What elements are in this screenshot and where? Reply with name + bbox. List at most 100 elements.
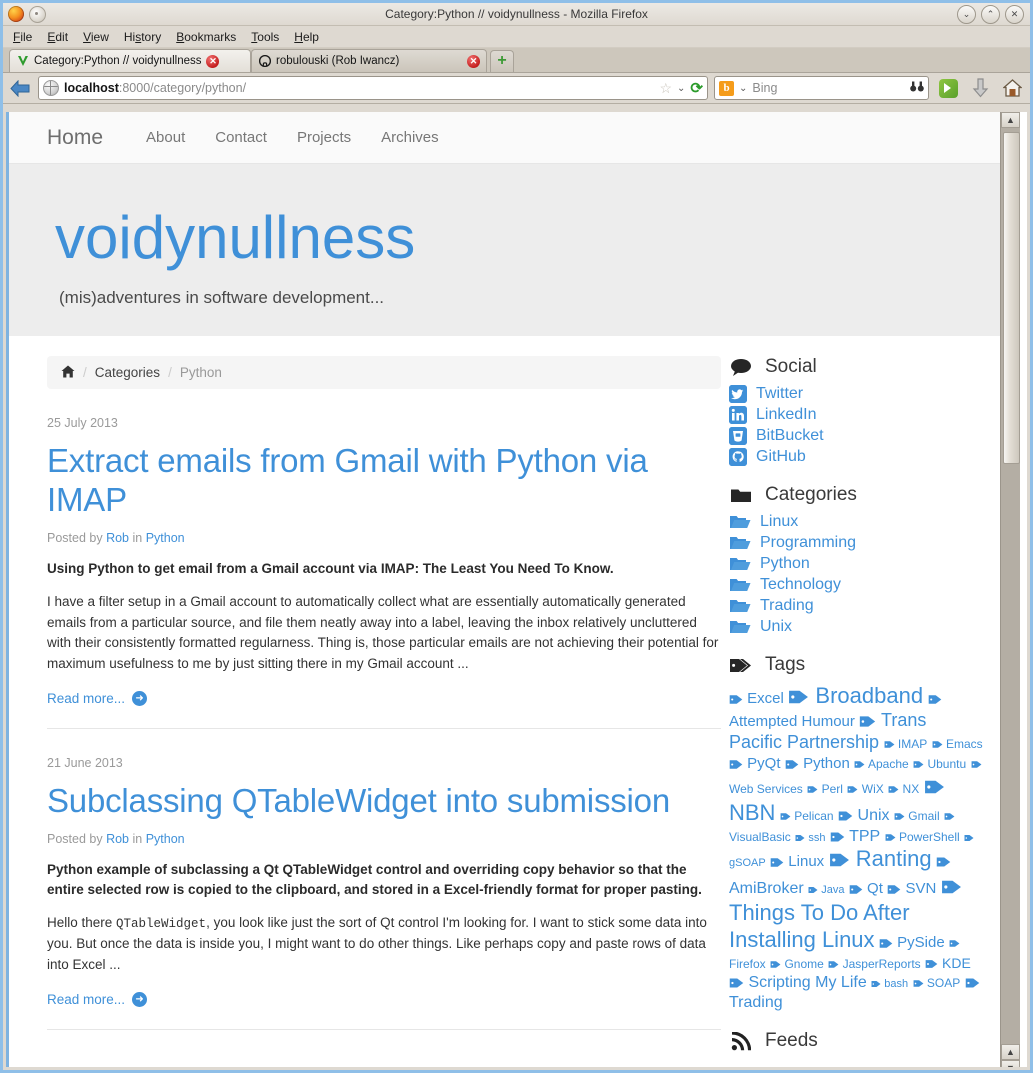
- sitenav-item-home[interactable]: Home: [47, 126, 131, 150]
- tag-link[interactable]: JasperReports: [828, 956, 921, 971]
- browser-window: Category:Python // voidynullness - Mozil…: [0, 0, 1033, 1073]
- tag-link[interactable]: Scripting My Life: [729, 974, 867, 991]
- home-icon[interactable]: [61, 365, 75, 381]
- window-menu-icon[interactable]: [29, 5, 46, 23]
- tag-link[interactable]: NX: [888, 782, 919, 796]
- tag-link[interactable]: bash: [871, 978, 908, 990]
- close-button[interactable]: ✕: [1005, 5, 1024, 24]
- back-button-icon[interactable]: [8, 77, 32, 99]
- chevron-down-icon[interactable]: ⌄: [739, 83, 747, 94]
- tag-link[interactable]: Broadband: [788, 683, 923, 708]
- binoculars-icon[interactable]: [910, 81, 924, 95]
- tag-link[interactable]: Perl: [807, 782, 843, 796]
- tag-link[interactable]: PowerShell: [885, 830, 960, 844]
- tag-link[interactable]: SOAP: [913, 976, 960, 990]
- sitenav-item-about[interactable]: About: [131, 129, 200, 146]
- article-author-link[interactable]: Rob: [106, 832, 129, 846]
- tag-label: JasperReports: [839, 956, 921, 971]
- scrollbar-thumb[interactable]: [1003, 132, 1020, 464]
- sitenav-item-archives[interactable]: Archives: [366, 129, 454, 146]
- downloads-button[interactable]: [967, 76, 993, 100]
- category-link-python[interactable]: Python: [729, 555, 983, 573]
- tag-link[interactable]: WiX: [847, 782, 884, 796]
- minimize-button[interactable]: ⌄: [957, 5, 976, 24]
- social-link-github[interactable]: GitHub: [729, 448, 983, 466]
- category-link-unix[interactable]: Unix: [729, 618, 983, 636]
- tag-link[interactable]: SVN: [887, 880, 936, 897]
- tag-link[interactable]: PySide: [879, 934, 945, 951]
- tag-link[interactable]: PyQt: [729, 755, 781, 772]
- vertical-scrollbar[interactable]: ▲ ▲ ▼: [1000, 112, 1020, 1067]
- tag-link[interactable]: Python: [785, 755, 850, 772]
- social-link-twitter[interactable]: Twitter: [729, 385, 983, 403]
- social-link-linkedin[interactable]: LinkedIn: [729, 406, 983, 424]
- search-input[interactable]: Bing: [752, 81, 905, 95]
- scroll-up-arrow[interactable]: ▲: [1001, 112, 1020, 128]
- tag-link[interactable]: Java: [808, 884, 844, 896]
- tag-link[interactable]: Apache: [854, 757, 909, 771]
- tag-link[interactable]: IMAP: [884, 737, 927, 751]
- tab-robulouski[interactable]: robulouski (Rob Iwancz) ✕: [251, 49, 487, 72]
- tag-link[interactable]: Gmail: [894, 809, 940, 823]
- tag-icon: [788, 683, 809, 710]
- breadcrumb-item-categories[interactable]: Categories: [95, 365, 160, 380]
- search-bar[interactable]: b ⌄ Bing: [714, 76, 929, 100]
- social-link-bitbucket[interactable]: BitBucket: [729, 427, 983, 445]
- chevron-down-icon[interactable]: ⌄: [677, 83, 685, 94]
- menu-item-bookmarks[interactable]: Bookmarks: [176, 30, 236, 44]
- tag-link[interactable]: Unix: [838, 807, 890, 824]
- tag-link[interactable]: ssh: [795, 832, 825, 844]
- site-title: voidynullness: [55, 204, 416, 271]
- bookmark-star-icon[interactable]: ☆: [659, 81, 672, 95]
- reload-icon[interactable]: ⟳: [690, 81, 703, 96]
- menu-item-history[interactable]: History: [124, 30, 161, 44]
- scroll-down-arrow[interactable]: ▼: [1001, 1060, 1020, 1067]
- article-title-link[interactable]: Subclassing QTableWidget into submission: [47, 782, 721, 821]
- category-link-trading[interactable]: Trading: [729, 597, 983, 615]
- menu-item-help[interactable]: Help: [294, 30, 319, 44]
- article-item: 21 June 2013 Subclassing QTableWidget in…: [47, 729, 721, 1030]
- category-link-linux[interactable]: Linux: [729, 513, 983, 531]
- article-category-link[interactable]: Python: [146, 832, 185, 846]
- tag-link[interactable]: Pelican: [780, 809, 834, 823]
- tag-link[interactable]: Ubuntu: [913, 757, 966, 771]
- new-tab-button[interactable]: +: [490, 50, 514, 72]
- bing-icon[interactable]: b: [719, 80, 734, 96]
- tag-link[interactable]: Gnome: [770, 957, 824, 971]
- navigation-toolbar: localhost:8000/category/python/ ☆ ⌄ ⟳ b …: [3, 73, 1030, 104]
- tag-link[interactable]: Excel: [729, 690, 784, 707]
- read-more-link[interactable]: Read more... ➜: [47, 991, 721, 1007]
- feedly-button[interactable]: [935, 76, 961, 100]
- article-author-link[interactable]: Rob: [106, 531, 129, 545]
- social-heading-label: Social: [765, 356, 817, 377]
- category-link-technology[interactable]: Technology: [729, 576, 983, 594]
- article-title-link[interactable]: Extract emails from Gmail with Python vi…: [47, 442, 721, 520]
- maximize-button[interactable]: ⌃: [981, 5, 1000, 24]
- article-category-link[interactable]: Python: [146, 531, 185, 545]
- tag-link[interactable]: KDE: [925, 955, 971, 971]
- tag-link[interactable]: Ranting: [829, 846, 932, 871]
- url-bar[interactable]: localhost:8000/category/python/ ☆ ⌄ ⟳: [38, 76, 708, 100]
- tag-link[interactable]: Emacs: [932, 737, 983, 751]
- categories-heading-label: Categories: [765, 484, 857, 505]
- tag-link[interactable]: Linux: [770, 853, 824, 870]
- menu-item-view[interactable]: View: [83, 30, 109, 44]
- scroll-up-arrow-bottom[interactable]: ▲: [1001, 1044, 1020, 1060]
- read-more-link[interactable]: Read more... ➜: [47, 690, 721, 706]
- tag-icon: [879, 934, 893, 952]
- tag-link[interactable]: TPP: [830, 828, 880, 845]
- menu-item-tools[interactable]: Tools: [251, 30, 279, 44]
- close-icon[interactable]: ✕: [467, 54, 480, 68]
- sitenav-item-projects[interactable]: Projects: [282, 129, 366, 146]
- tag-label: Broadband: [809, 683, 924, 708]
- tag-link[interactable]: Qt: [849, 880, 883, 897]
- sitenav-item-contact[interactable]: Contact: [200, 129, 282, 146]
- tag-label: SVN: [901, 880, 937, 898]
- menu-item-edit[interactable]: Edit: [47, 30, 68, 44]
- close-icon[interactable]: ✕: [206, 54, 220, 68]
- menu-item-file[interactable]: File: [13, 30, 32, 44]
- tags-heading: Tags: [729, 654, 983, 676]
- home-button[interactable]: [999, 76, 1025, 100]
- category-link-programming[interactable]: Programming: [729, 534, 983, 552]
- tab-category-python[interactable]: Category:Python // voidynullness ✕: [9, 49, 251, 72]
